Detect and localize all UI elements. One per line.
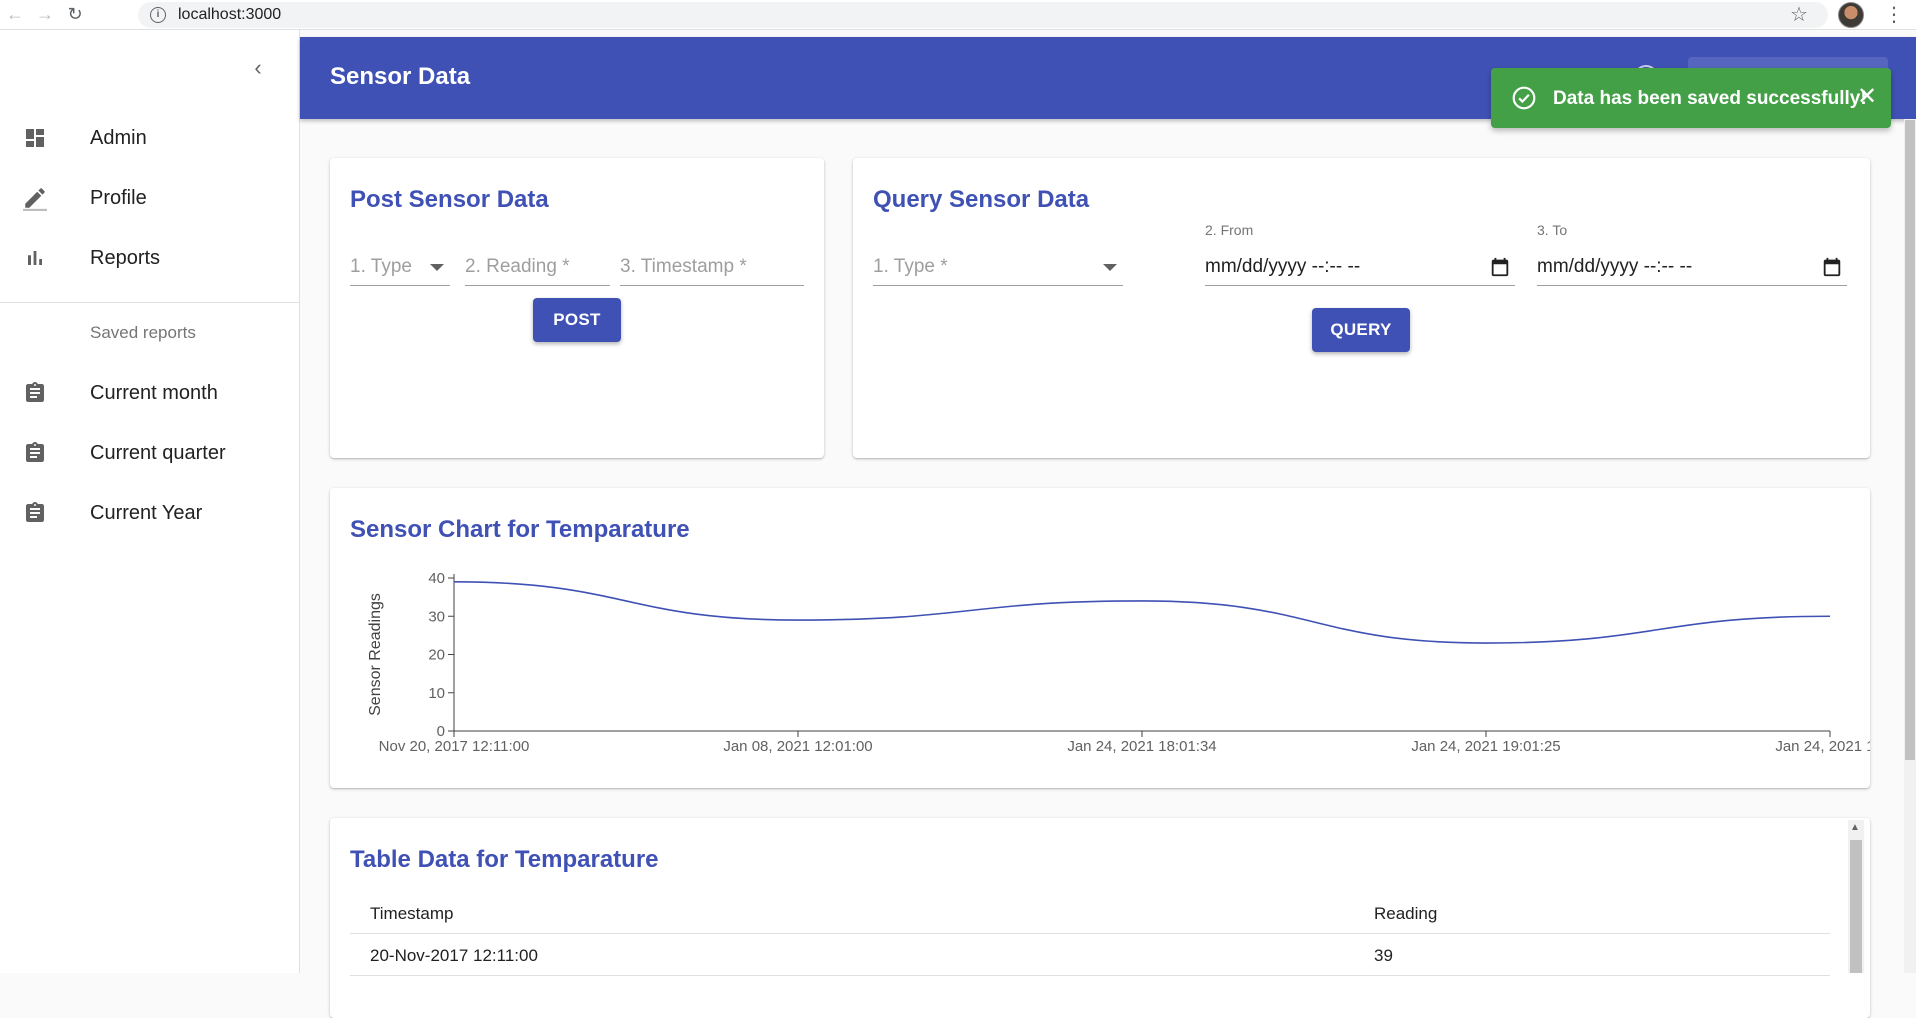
sidebar-item-current-month[interactable]: Current month — [0, 363, 299, 423]
post-sensor-card: Post Sensor Data 1. Type 2. Reading * 3.… — [330, 158, 824, 458]
assignment-icon — [22, 440, 48, 466]
sensor-chart-card: Sensor Chart for Temparature 010203040No… — [330, 488, 1870, 788]
y-tick-label: 10 — [428, 685, 445, 702]
post-button[interactable]: POST — [533, 298, 621, 342]
column-header-reading: Reading — [1374, 904, 1437, 924]
table-header-row: Timestamp Reading — [350, 892, 1830, 934]
toast-message: Data has been saved successfully! — [1553, 88, 1867, 110]
close-icon[interactable]: ✕ — [1854, 82, 1880, 112]
dropdown-arrow-icon — [430, 264, 444, 271]
sidebar-item-reports[interactable]: Reports — [0, 228, 299, 288]
page-title: Sensor Data — [330, 63, 470, 91]
from-value: mm/dd/yyyy --:-- -- — [1205, 256, 1360, 278]
cell-timestamp: 20-Nov-2017 12:11:00 — [370, 946, 538, 966]
calendar-icon[interactable] — [1489, 256, 1511, 278]
from-datetime-input[interactable]: 2. From mm/dd/yyyy --:-- -- — [1205, 250, 1515, 286]
y-tick-label: 30 — [428, 608, 445, 625]
x-tick-label: Jan 08, 2021 12:01:00 — [723, 738, 872, 755]
dashboard-icon — [22, 125, 48, 151]
profile-avatar[interactable] — [1838, 2, 1864, 28]
reading-input[interactable]: 2. Reading * — [465, 250, 610, 286]
timestamp-input[interactable]: 3. Timestamp * — [620, 250, 804, 286]
sensor-table-card: Table Data for Temparature Timestamp Rea… — [330, 818, 1870, 1018]
from-label: 2. From — [1205, 222, 1253, 238]
x-tick-label: Jan 24, 2021 18:01:34 — [1067, 738, 1216, 755]
to-datetime-input[interactable]: 3. To mm/dd/yyyy --:-- -- — [1537, 250, 1847, 286]
type-select[interactable]: 1. Type — [350, 250, 450, 286]
to-label: 3. To — [1537, 222, 1567, 238]
edit-icon — [22, 185, 48, 211]
chevron-left-icon[interactable]: ‹ — [244, 54, 272, 82]
check-circle-icon — [1511, 85, 1537, 111]
scroll-up-icon[interactable]: ▲ — [1850, 822, 1860, 833]
sidebar-item-label: Profile — [90, 187, 147, 210]
sidebar-item-profile[interactable]: Profile — [0, 168, 299, 228]
sidebar-item-current-quarter[interactable]: Current quarter — [0, 423, 299, 483]
type-select-placeholder: 1. Type — [350, 256, 412, 278]
query-type-select[interactable]: 1. Type * — [873, 250, 1123, 286]
sidebar: ‹ Admin Profile Reports Saved reports Cu… — [0, 30, 300, 973]
info-icon[interactable]: i — [150, 7, 166, 23]
reload-icon[interactable]: ↻ — [60, 0, 90, 30]
sidebar-header: ‹ — [0, 30, 299, 108]
sidebar-item-label: Admin — [90, 127, 147, 150]
forward-icon[interactable]: → — [30, 0, 60, 30]
saved-reports-header: Saved reports — [0, 303, 299, 363]
query-card-title: Query Sensor Data — [873, 186, 1089, 214]
address-bar[interactable]: i localhost:3000 — [138, 2, 1828, 28]
sidebar-item-label: Current quarter — [90, 442, 226, 465]
sidebar-item-label: Reports — [90, 247, 160, 270]
page-scrollbar-thumb[interactable] — [1905, 120, 1915, 760]
query-sensor-card: Query Sensor Data 1. Type * 2. From mm/d… — [853, 158, 1870, 458]
cell-reading: 39 — [1374, 946, 1393, 966]
x-tick-label: Jan 24, 2021 19:01:65 — [1775, 738, 1870, 755]
sensor-line-chart: 010203040Nov 20, 2017 12:11:00Jan 08, 20… — [330, 488, 1870, 788]
sidebar-item-current-year[interactable]: Current Year — [0, 483, 299, 543]
query-button[interactable]: QUERY — [1312, 308, 1410, 352]
dropdown-arrow-icon — [1103, 264, 1117, 271]
back-icon[interactable]: ← — [0, 0, 30, 30]
y-tick-label: 40 — [428, 570, 445, 587]
browser-toolbar: ← → ↻ i localhost:3000 ☆ ⋮ — [0, 0, 1916, 30]
calendar-icon[interactable] — [1821, 256, 1843, 278]
assignment-icon — [22, 500, 48, 526]
sidebar-item-label: Current month — [90, 382, 218, 405]
reading-placeholder: 2. Reading * — [465, 256, 570, 278]
timestamp-placeholder: 3. Timestamp * — [620, 256, 747, 278]
y-axis-label: Sensor Readings — [367, 593, 384, 716]
x-tick-label: Jan 24, 2021 19:01:25 — [1411, 738, 1560, 755]
to-value: mm/dd/yyyy --:-- -- — [1537, 256, 1692, 278]
browser-menu-icon[interactable]: ⋮ — [1884, 2, 1904, 27]
success-toast: Data has been saved successfully! ✕ — [1491, 68, 1891, 128]
sidebar-item-label: Current Year — [90, 502, 202, 525]
table-scrollbar-thumb[interactable] — [1850, 840, 1862, 973]
series-line — [454, 582, 1830, 643]
sidebar-item-admin[interactable]: Admin — [0, 108, 299, 168]
bar-chart-icon — [22, 245, 48, 271]
table-title: Table Data for Temparature — [350, 846, 659, 874]
bookmark-star-icon[interactable]: ☆ — [1790, 2, 1808, 27]
url-text: localhost:3000 — [178, 6, 281, 24]
column-header-timestamp: Timestamp — [370, 904, 453, 924]
assignment-icon — [22, 380, 48, 406]
query-type-placeholder: 1. Type * — [873, 256, 948, 278]
post-card-title: Post Sensor Data — [350, 186, 549, 214]
table-row: 20-Nov-2017 12:11:00 39 — [350, 934, 1830, 976]
y-tick-label: 20 — [428, 647, 445, 664]
x-tick-label: Nov 20, 2017 12:11:00 — [379, 738, 530, 755]
